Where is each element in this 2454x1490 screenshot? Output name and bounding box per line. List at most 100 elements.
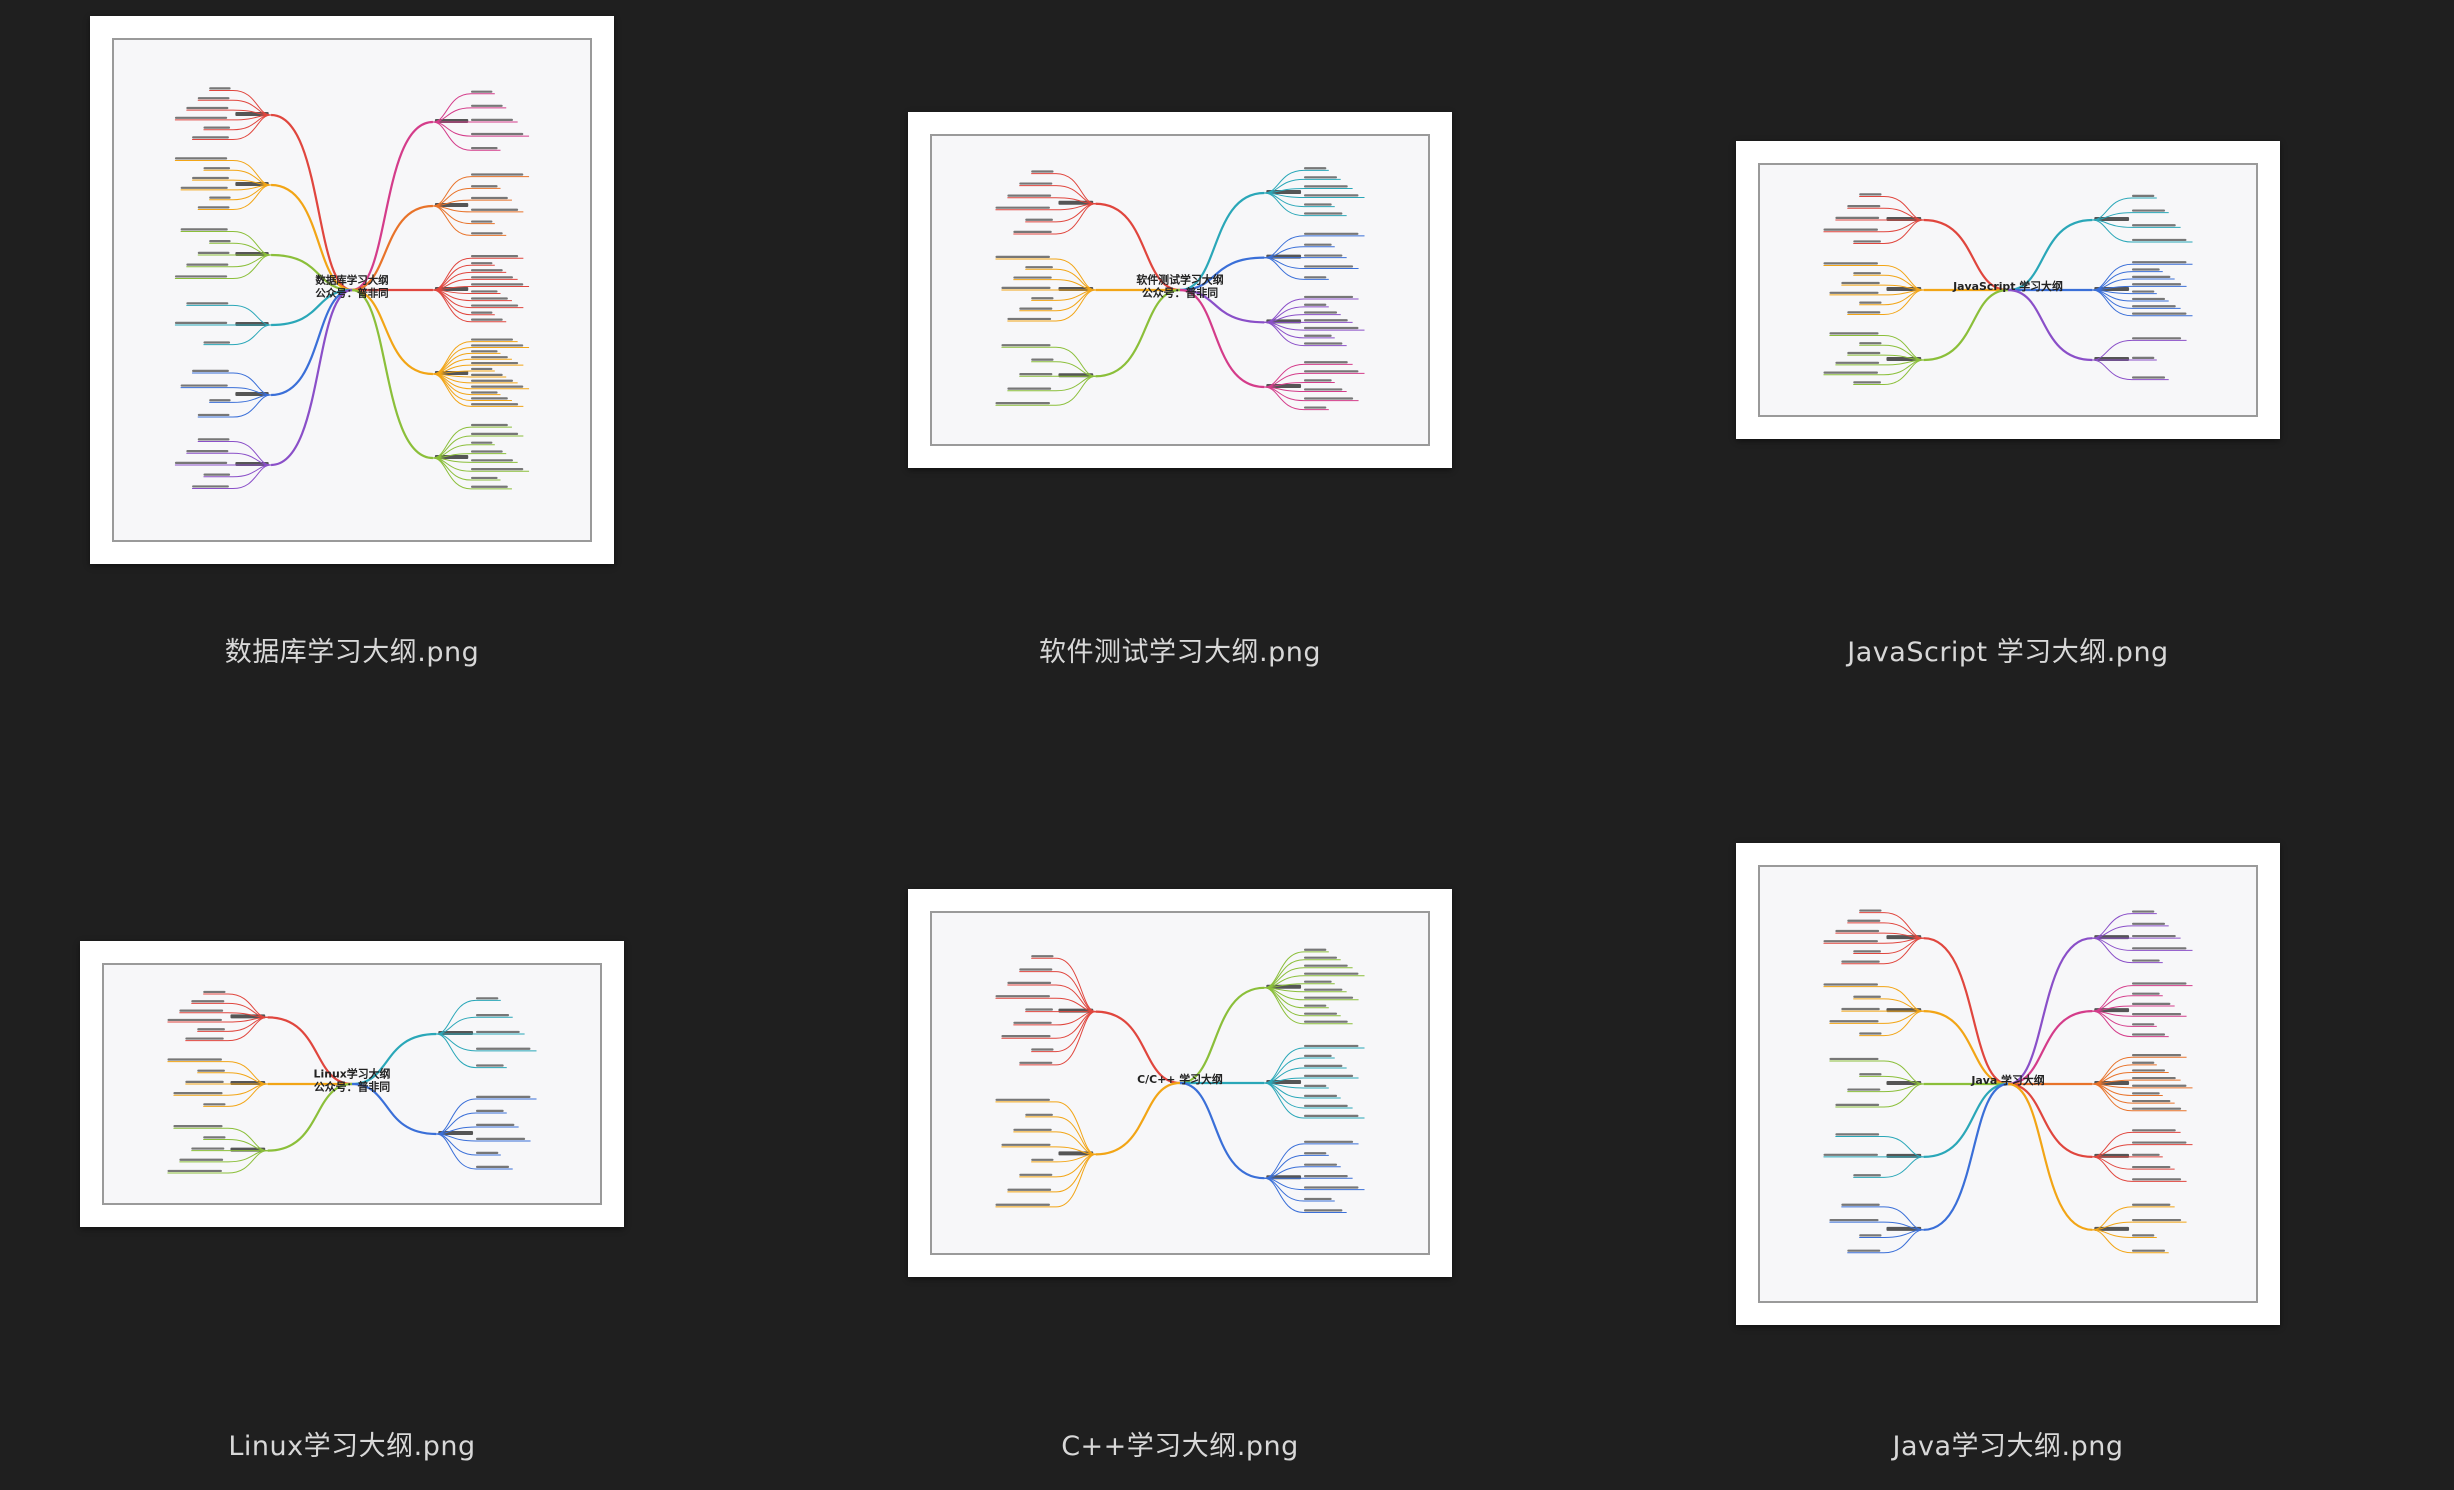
leaf-text — [471, 118, 513, 121]
file-name[interactable]: 数据库学习大纲.png — [52, 630, 652, 669]
leaf-text — [471, 208, 519, 211]
leaf-text — [1304, 956, 1338, 959]
leaf-text — [1304, 334, 1332, 337]
file-name[interactable]: JavaScript 学习大纲.png — [1708, 630, 2308, 669]
file-name[interactable]: Linux学习大纲.png — [52, 1424, 652, 1463]
leaf-text — [1823, 983, 1878, 986]
leaf-text — [2132, 992, 2160, 995]
leaf-text — [186, 106, 229, 110]
leaf-text — [1304, 1054, 1332, 1058]
leaf-text — [209, 399, 231, 402]
leaf-text — [471, 356, 508, 359]
leaf-line — [1055, 289, 1096, 322]
leaf-text — [1304, 1064, 1343, 1068]
leaf-text — [1007, 194, 1052, 197]
leaf-text — [180, 228, 228, 231]
leaf-text — [471, 269, 503, 272]
leaf-line — [232, 324, 272, 346]
leaf-text — [995, 206, 1050, 209]
leaf-text — [1025, 1008, 1053, 1011]
leaf-text — [1304, 388, 1343, 391]
leaf-text — [1304, 361, 1348, 364]
leaf-text — [1304, 176, 1338, 179]
leaf-line — [1883, 1206, 1924, 1231]
leaf-text — [2132, 376, 2166, 379]
leaf-text — [1304, 972, 1359, 975]
leaf-text — [2132, 305, 2176, 308]
thumbnail-java[interactable]: Java 学习大纲 — [1736, 843, 2280, 1325]
leaf-line — [432, 176, 472, 207]
leaf-line — [1055, 203, 1096, 223]
leaf-text — [471, 232, 503, 235]
branch-line — [1923, 288, 2009, 362]
thumbnail-linux[interactable]: Linux学习大纲公众号：普非同 — [80, 941, 624, 1227]
leaf-text — [471, 403, 519, 406]
leaf-text — [203, 167, 231, 170]
leaf-text — [476, 1095, 531, 1098]
leaf-text — [1304, 167, 1327, 170]
thumbnail-database[interactable]: 数据库学习大纲公众号：普非同 — [90, 16, 614, 564]
leaf-text — [1859, 301, 1882, 304]
file-name[interactable]: C++学习大纲.png — [880, 1424, 1480, 1463]
leaf-text — [2132, 297, 2166, 301]
thumbnail-javascript[interactable]: JavaScript 学习大纲 — [1736, 141, 2280, 439]
leaf-text — [1304, 1020, 1348, 1023]
leaf-text — [1019, 1061, 1053, 1064]
thumbnail-software-testing[interactable]: 软件测试学习大纲公众号：普非同 — [908, 112, 1452, 468]
leaf-text — [1001, 286, 1051, 289]
leaf-line — [1264, 1143, 1305, 1179]
leaf-text — [173, 1125, 223, 1128]
leaf-text — [1013, 1128, 1052, 1131]
leaf-text — [1829, 291, 1879, 294]
leaf-line — [1055, 1101, 1096, 1155]
leaf-text — [471, 468, 524, 471]
leaf-text — [1304, 1044, 1359, 1048]
mindmap-preview: Java 学习大纲 — [1823, 909, 2193, 1254]
leaf-text — [1859, 193, 1882, 196]
leaf-text — [197, 251, 230, 254]
leaf-text — [471, 476, 498, 480]
leaf-text — [1304, 1140, 1354, 1143]
branch-line — [1095, 1081, 1181, 1156]
leaf-text — [2132, 1084, 2187, 1087]
leaf-text — [179, 1158, 224, 1161]
leaf-text — [471, 385, 524, 388]
mindmap-center-title: 软件测试学习大纲公众号：普非同 — [1136, 272, 1223, 299]
leaf-text — [174, 275, 228, 278]
leaf-text — [2132, 1054, 2182, 1057]
leaf-text — [1025, 1113, 1053, 1116]
thumbnail-cpp[interactable]: C/C++ 学习大纲 — [908, 889, 1452, 1277]
leaf-text — [2132, 312, 2187, 315]
file-name[interactable]: Java学习大纲.png — [1708, 1424, 2308, 1463]
leaf-text — [1025, 218, 1053, 221]
leaf-line — [1883, 937, 1924, 954]
leaf-text — [191, 1147, 225, 1150]
leaf-text — [995, 1098, 1050, 1101]
leaf-text — [1835, 216, 1880, 219]
file-name[interactable]: 软件测试学习大纲.png — [880, 630, 1480, 669]
leaf-text — [1823, 940, 1878, 943]
leaf-text — [2132, 1012, 2182, 1016]
leaf-text — [197, 413, 230, 417]
leaf-text — [471, 290, 498, 293]
leaf-text — [471, 297, 508, 300]
leaf-text — [2132, 238, 2187, 242]
leaf-text — [1304, 319, 1348, 322]
leaf-text — [476, 1109, 504, 1112]
mindmap-center-title: C/C++ 学习大纲 — [1137, 1072, 1223, 1086]
leaf-text — [1304, 295, 1354, 299]
leaf-text — [1835, 361, 1880, 364]
leaf-text — [192, 136, 229, 139]
leaf-text — [1304, 212, 1343, 215]
leaf-text — [471, 318, 503, 321]
leaf-text — [471, 459, 513, 462]
leaf-text — [471, 338, 513, 341]
leaf-text — [471, 423, 508, 427]
branch-line — [2007, 937, 2093, 1086]
leaf-text — [174, 321, 228, 324]
leaf-text — [1025, 266, 1053, 269]
leaf-text — [1304, 265, 1354, 268]
leaf-text — [1859, 1032, 1882, 1035]
leaf-text — [2132, 1178, 2182, 1181]
leaf-text — [2132, 1033, 2166, 1036]
